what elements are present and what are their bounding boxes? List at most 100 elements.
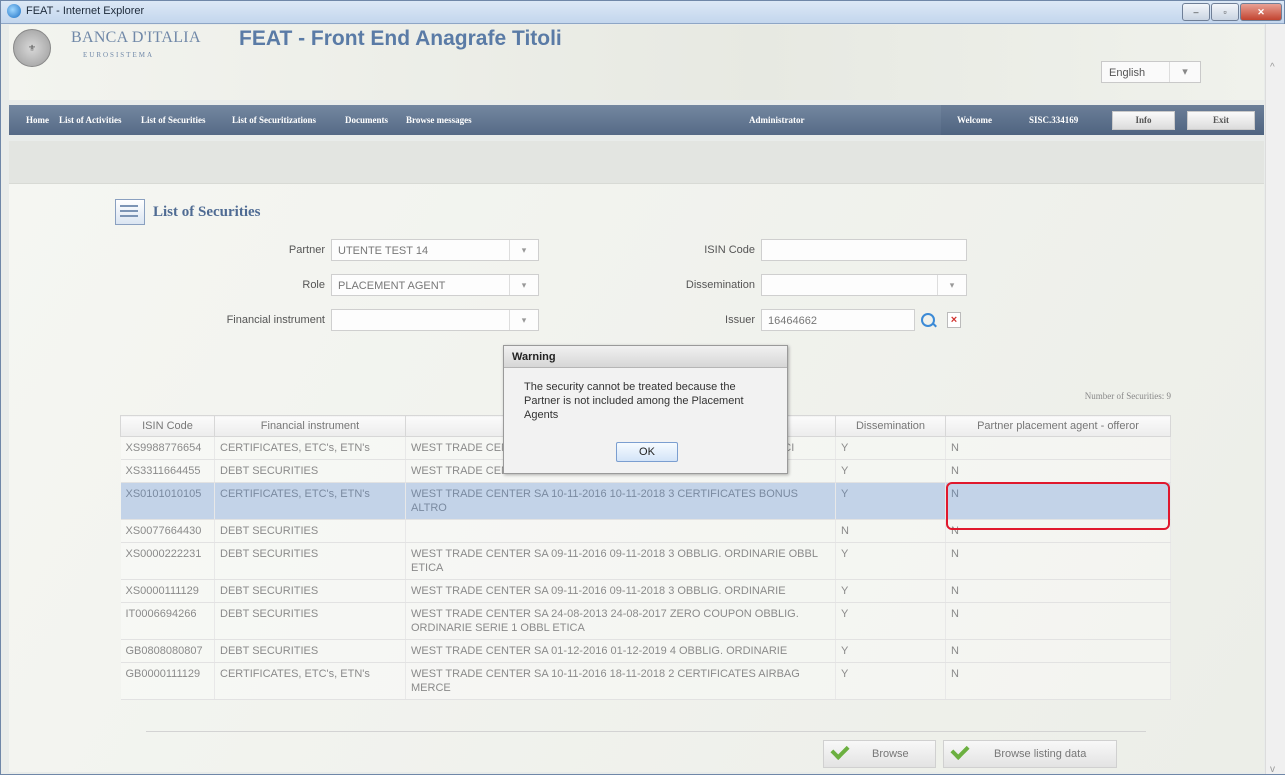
cell-isin: XS9988776654 — [120, 436, 215, 460]
clear-icon[interactable]: × — [947, 312, 961, 328]
cell-instrument: DEBT SECURITIES — [214, 459, 406, 483]
language-value: English — [1109, 67, 1146, 79]
eurosistema-label: EUROSISTEMA — [83, 51, 155, 59]
chevron-down-icon: ▾ — [937, 275, 966, 295]
user-id: SISC.334169 — [1029, 115, 1079, 125]
nav-home[interactable]: Home — [26, 115, 49, 125]
maximize-button[interactable]: ▫ — [1211, 3, 1239, 21]
issuer-input[interactable]: 16464662 — [761, 309, 915, 331]
cell-dissemination: Y — [835, 482, 946, 520]
browse-listing-data-button[interactable]: Browse listing data — [943, 740, 1117, 768]
list-icon — [115, 199, 145, 225]
search-icon[interactable] — [921, 313, 935, 327]
table-row[interactable]: XS0000222231 DEBT SECURITIES WEST TRADE … — [120, 542, 1171, 580]
nav-list-of-activities[interactable]: List of Activities — [59, 115, 122, 125]
cell-isin: XS0101010105 — [120, 482, 215, 520]
securities-count: Number of Securities: 9 — [1084, 391, 1171, 401]
nav-administrator[interactable]: Administrator — [749, 115, 805, 125]
highlight-annotation — [946, 482, 1170, 530]
cell-isin: XS0077664430 — [120, 519, 215, 543]
cell-description: WEST TRADE CENTER SA 09-11-2016 09-11-20… — [405, 542, 836, 580]
browse-listing-label: Browse listing data — [994, 748, 1087, 760]
browse-button[interactable]: Browse — [823, 740, 936, 768]
cell-isin: GB0000111129 — [120, 662, 215, 700]
cell-partner: N — [945, 602, 1171, 640]
dialog-title: Warning — [504, 346, 787, 368]
cell-instrument: CERTIFICATES, ETC's, ETN's — [214, 436, 406, 460]
col-partner-placement-agent[interactable]: Partner placement agent - offeror — [945, 415, 1171, 437]
issuer-label: Issuer — [725, 314, 755, 326]
table-row[interactable]: GB0808080807 DEBT SECURITIES WEST TRADE … — [120, 639, 1171, 663]
table-row[interactable]: GB0000111129 CERTIFICATES, ETC's, ETN's … — [120, 662, 1171, 700]
chevron-down-icon: ▾ — [509, 240, 538, 260]
dissemination-label: Dissemination — [685, 279, 755, 291]
table-row[interactable]: IT0006694266 DEBT SECURITIES WEST TRADE … — [120, 602, 1171, 640]
divider — [146, 731, 1146, 732]
col-isin-code[interactable]: ISIN Code — [120, 415, 215, 437]
cell-partner: N — [945, 459, 1171, 483]
role-select[interactable]: PLACEMENT AGENT ▾ — [331, 274, 539, 296]
cell-dissemination: Y — [835, 639, 946, 663]
chevron-down-icon: ▾ — [509, 310, 538, 330]
dissemination-select[interactable]: ▾ — [761, 274, 967, 296]
issuer-value: 16464662 — [768, 315, 817, 327]
browse-label: Browse — [872, 748, 909, 760]
cell-isin: XS3311664455 — [120, 459, 215, 483]
warning-dialog: Warning The security cannot be treated b… — [503, 345, 788, 474]
cell-dissemination: Y — [835, 602, 946, 640]
cell-instrument: DEBT SECURITIES — [214, 542, 406, 580]
checkmark-icon — [830, 740, 850, 761]
cell-instrument: CERTIFICATES, ETC's, ETN's — [214, 482, 406, 520]
scroll-up-icon[interactable]: ^ — [1270, 62, 1275, 73]
col-dissemination[interactable]: Dissemination — [835, 415, 946, 437]
cell-partner: N — [945, 542, 1171, 580]
role-value: PLACEMENT AGENT — [338, 280, 446, 292]
financial-instrument-select[interactable]: ▾ — [331, 309, 539, 331]
vertical-scrollbar[interactable]: ^ v — [1265, 24, 1285, 775]
table-row[interactable]: XS0000111129 DEBT SECURITIES WEST TRADE … — [120, 579, 1171, 603]
isin-code-label: ISIN Code — [704, 244, 755, 256]
info-button[interactable]: Info — [1112, 111, 1175, 130]
nav-browse-messages[interactable]: Browse messages — [406, 115, 472, 125]
internet-explorer-icon — [7, 4, 21, 18]
cell-dissemination: Y — [835, 579, 946, 603]
cell-description: WEST TRADE CENTER SA 10-11-2016 18-11-20… — [405, 662, 836, 700]
exit-button[interactable]: Exit — [1187, 111, 1255, 130]
welcome-label: Welcome — [957, 115, 992, 125]
language-select[interactable]: English ▾ — [1101, 61, 1201, 83]
cell-instrument: CERTIFICATES, ETC's, ETN's — [214, 662, 406, 700]
col-financial-instrument[interactable]: Financial instrument — [214, 415, 406, 437]
cell-isin: IT0006694266 — [120, 602, 215, 640]
cell-instrument: DEBT SECURITIES — [214, 519, 406, 543]
cell-instrument: DEBT SECURITIES — [214, 602, 406, 640]
minimize-button[interactable]: – — [1182, 3, 1210, 21]
nav-list-of-securities[interactable]: List of Securities — [141, 115, 206, 125]
scroll-down-icon[interactable]: v — [1270, 764, 1275, 775]
ok-button[interactable]: OK — [616, 442, 678, 462]
checkmark-icon — [950, 740, 970, 761]
cell-description — [405, 519, 836, 543]
chevron-down-icon: ▾ — [509, 275, 538, 295]
app-title: FEAT - Front End Anagrafe Titoli — [239, 27, 562, 50]
partner-value: UTENTE TEST 14 — [338, 245, 429, 257]
close-button[interactable]: ✕ — [1240, 3, 1282, 21]
partner-select[interactable]: UTENTE TEST 14 ▾ — [331, 239, 539, 261]
cell-description: WEST TRADE CENTER SA 01-12-2016 01-12-20… — [405, 639, 836, 663]
cell-partner: N — [945, 639, 1171, 663]
financial-instrument-label: Financial instrument — [226, 314, 325, 326]
nav-list-of-securitizations[interactable]: List of Securitizations — [232, 115, 316, 125]
cell-dissemination: Y — [835, 542, 946, 580]
dialog-message: The security cannot be treated because t… — [524, 381, 744, 421]
window-title: FEAT - Internet Explorer — [26, 5, 145, 17]
browser-window: FEAT - Internet Explorer – ▫ ✕ ⚜ BANCA D… — [0, 0, 1285, 775]
cell-isin: XS0000111129 — [120, 579, 215, 603]
nav-documents[interactable]: Documents — [345, 115, 388, 125]
cell-description: WEST TRADE CENTER SA 09-11-2016 09-11-20… — [405, 579, 836, 603]
isin-code-input[interactable] — [761, 239, 967, 261]
cell-dissemination: Y — [835, 459, 946, 483]
chevron-down-icon: ▾ — [1169, 62, 1200, 82]
cell-dissemination: Y — [835, 436, 946, 460]
cell-instrument: DEBT SECURITIES — [214, 639, 406, 663]
cell-description: WEST TRADE CENTER SA 10-11-2016 10-11-20… — [405, 482, 836, 520]
toolbar-strip — [9, 141, 1264, 184]
